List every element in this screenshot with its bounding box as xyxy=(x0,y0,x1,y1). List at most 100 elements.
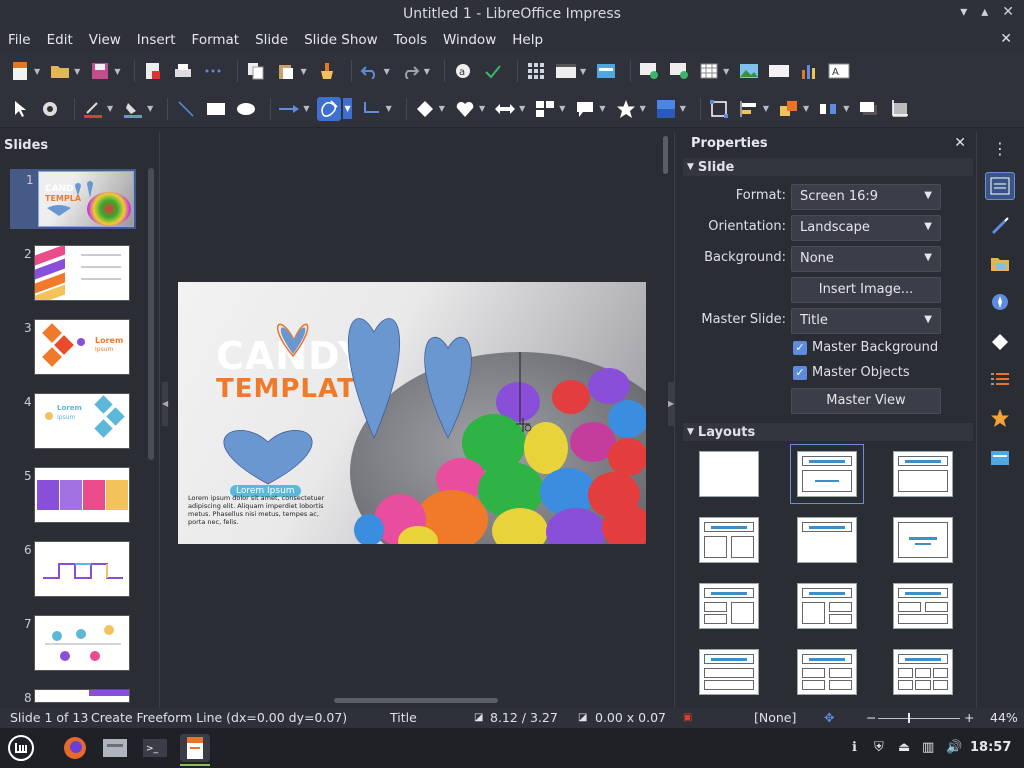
views-dropdown-icon[interactable]: ▼ xyxy=(580,67,586,76)
stars-icon[interactable] xyxy=(614,97,638,121)
shield-icon[interactable]: ⛨ xyxy=(874,740,884,755)
insert-table-icon[interactable] xyxy=(697,59,721,83)
lorem-body-text[interactable]: Lorem ipsum dolor sit amet, consectetuer… xyxy=(188,494,328,527)
language-status[interactable]: [None] xyxy=(754,710,796,725)
volume-icon[interactable]: 🔊 xyxy=(946,740,962,755)
basic-shapes-dropdown-icon[interactable]: ▼ xyxy=(439,104,445,113)
menu-edit[interactable]: Edit xyxy=(47,32,73,48)
zoom-slider[interactable] xyxy=(878,718,960,719)
menu-help[interactable]: Help xyxy=(512,32,543,48)
zoom-level[interactable]: 44% xyxy=(990,710,1018,725)
network-icon[interactable]: ▥ xyxy=(922,740,934,755)
new-slide-icon[interactable] xyxy=(637,59,661,83)
slide-layouts-deck-icon[interactable] xyxy=(985,444,1015,472)
redo-dropdown-icon[interactable]: ▼ xyxy=(424,67,430,76)
master-slides-deck-icon[interactable] xyxy=(985,366,1015,394)
document-modified-icon[interactable]: ▣ xyxy=(683,712,692,723)
menu-format[interactable]: Format xyxy=(192,32,240,48)
undo-icon[interactable] xyxy=(358,59,382,83)
terminal-icon[interactable]: >_ xyxy=(140,734,170,762)
menu-slide[interactable]: Slide xyxy=(255,32,288,48)
layout-title-2content-over-content[interactable] xyxy=(893,583,953,629)
slides-scrollbar[interactable] xyxy=(148,168,154,460)
align-dropdown-icon[interactable]: ▼ xyxy=(763,104,769,113)
duplicate-slide-icon[interactable] xyxy=(667,59,691,83)
block-arrows-icon[interactable] xyxy=(493,97,517,121)
slide-workspace[interactable]: ◀ ▶ CANDY TEMPLATE Lorem Ipsum Lorem ips… xyxy=(162,132,674,708)
paste-dropdown-icon[interactable]: ▼ xyxy=(300,67,306,76)
stars-dropdown-icon[interactable]: ▼ xyxy=(640,104,646,113)
3d-objects-dropdown-icon[interactable]: ▼ xyxy=(680,104,686,113)
slide-section-header[interactable]: ▼ Slide xyxy=(683,158,973,176)
find-replace-icon[interactable]: a xyxy=(451,59,475,83)
close-document-icon[interactable]: ✕ xyxy=(1000,31,1012,47)
current-slide[interactable]: CANDY TEMPLATE Lorem Ipsum Lorem ipsum d… xyxy=(178,282,646,544)
collapse-slides-panel-icon[interactable]: ◀ xyxy=(162,382,168,426)
fill-color-icon[interactable] xyxy=(121,97,145,121)
arrange-dropdown-icon[interactable]: ▼ xyxy=(803,104,809,113)
slide-thumbnail-5[interactable]: 5 xyxy=(8,467,130,523)
slide-thumbnail-1[interactable]: 1 CAND TEMPLA xyxy=(10,169,136,229)
shapes-deck-icon[interactable] xyxy=(985,328,1015,356)
slide-thumbnail-4[interactable]: 4 Lorem Ipsum xyxy=(8,393,130,449)
insert-textbox-icon[interactable]: A xyxy=(827,59,851,83)
insert-image-button[interactable]: Insert Image... xyxy=(791,277,941,303)
menu-slide-show[interactable]: Slide Show xyxy=(304,32,378,48)
new-dropdown-icon[interactable]: ▼ xyxy=(34,67,40,76)
layout-title-2content-content[interactable] xyxy=(699,583,759,629)
basic-shapes-icon[interactable] xyxy=(413,97,437,121)
layout-title-only[interactable] xyxy=(797,517,857,563)
layout-title-two-content[interactable] xyxy=(699,517,759,563)
slide-thumbnail-2[interactable]: 2 xyxy=(8,245,130,301)
curves-dropdown-icon[interactable]: ▼ xyxy=(343,98,352,119)
new-document-icon[interactable] xyxy=(8,59,32,83)
open-dropdown-icon[interactable]: ▼ xyxy=(74,67,80,76)
line-tool-icon[interactable] xyxy=(174,97,198,121)
layout-title-slide[interactable] xyxy=(790,444,864,504)
navigator-icon[interactable] xyxy=(985,288,1015,316)
libreoffice-impress-taskbar-icon[interactable] xyxy=(180,734,210,762)
distribute-dropdown-icon[interactable]: ▼ xyxy=(843,104,849,113)
master-slide-icon[interactable] xyxy=(594,59,618,83)
curves-polygons-icon[interactable] xyxy=(317,96,342,121)
sidebar-menu-icon[interactable]: ⋮ xyxy=(985,134,1015,162)
layout-title-6content[interactable] xyxy=(893,649,953,695)
print-icon[interactable] xyxy=(171,59,195,83)
mint-menu-icon[interactable] xyxy=(6,734,36,762)
lines-arrows-dropdown-icon[interactable]: ▼ xyxy=(303,104,309,113)
ellipse-icon[interactable] xyxy=(234,97,258,121)
clone-formatting-icon[interactable] xyxy=(315,59,339,83)
restore-icon[interactable]: ▴ xyxy=(981,4,988,20)
menu-insert[interactable]: Insert xyxy=(137,32,176,48)
background-dropdown[interactable]: None ▼ xyxy=(791,246,941,272)
layout-blank[interactable] xyxy=(699,451,759,497)
save-icon[interactable] xyxy=(88,59,112,83)
gallery-icon[interactable] xyxy=(985,250,1015,278)
undo-dropdown-icon[interactable]: ▼ xyxy=(384,67,390,76)
menu-file[interactable]: File xyxy=(8,32,31,48)
callouts-dropdown-icon[interactable]: ▼ xyxy=(599,104,605,113)
layout-title-content-over-content[interactable] xyxy=(699,649,759,695)
layouts-section-header[interactable]: ▼ Layouts xyxy=(683,423,973,441)
callouts-icon[interactable] xyxy=(573,97,597,121)
select-arrow-icon[interactable] xyxy=(8,97,32,121)
symbol-shapes-icon[interactable] xyxy=(453,97,477,121)
arrange-icon[interactable] xyxy=(777,97,801,121)
transformations-icon[interactable] xyxy=(707,97,731,121)
layout-name[interactable]: Title xyxy=(390,710,417,725)
zoom-out-icon[interactable]: − xyxy=(866,710,876,725)
zoom-in-icon[interactable]: + xyxy=(964,710,974,725)
zoom-pan-icon[interactable] xyxy=(38,97,62,121)
display-grid-icon[interactable] xyxy=(524,59,548,83)
properties-deck-icon[interactable] xyxy=(985,172,1015,200)
symbol-shapes-dropdown-icon[interactable]: ▼ xyxy=(479,104,485,113)
fill-color-dropdown-icon[interactable]: ▼ xyxy=(147,104,153,113)
layout-centered-text[interactable] xyxy=(893,517,953,563)
open-folder-icon[interactable] xyxy=(48,59,72,83)
slide-thumbnail-6[interactable]: 6 xyxy=(8,541,130,597)
line-color-icon[interactable] xyxy=(81,97,105,121)
copy-icon[interactable] xyxy=(244,59,268,83)
file-manager-icon[interactable] xyxy=(100,734,130,762)
insert-image-icon[interactable] xyxy=(737,59,761,83)
insert-chart-icon[interactable] xyxy=(797,59,821,83)
